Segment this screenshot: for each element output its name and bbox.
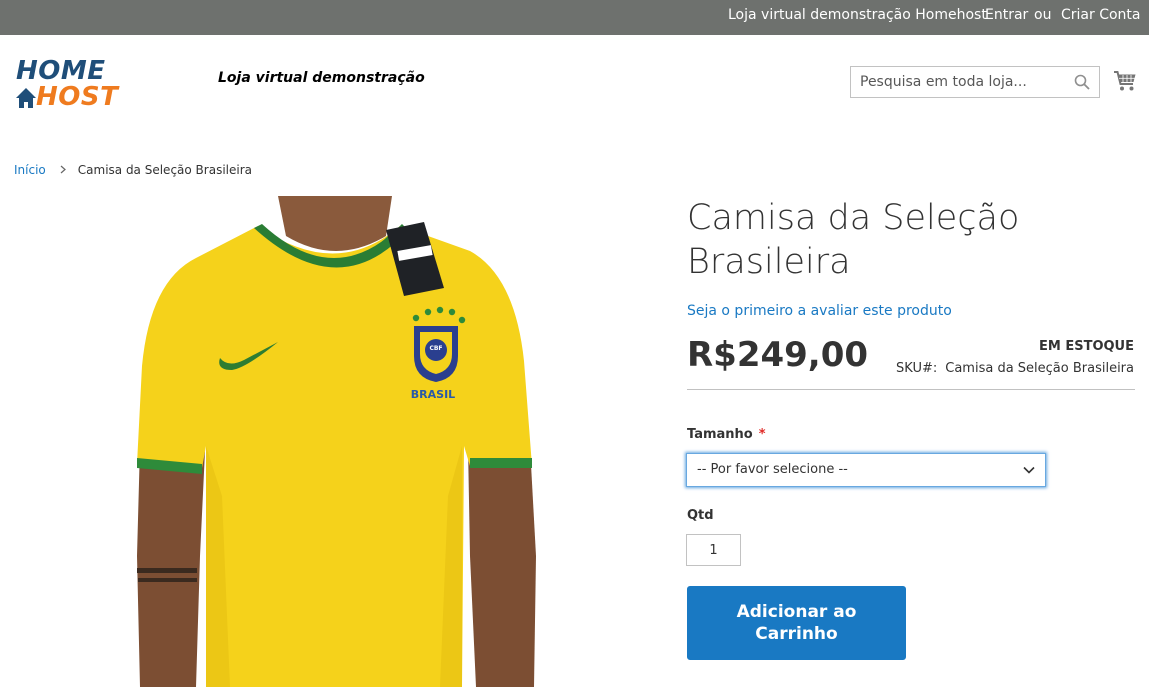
size-select[interactable]: -- Por favor selecione -- [686, 453, 1046, 487]
sku-value: Camisa da Seleção Brasileira [945, 361, 1134, 376]
chevron-down-icon [1023, 466, 1035, 474]
welcome-message: Loja virtual demonstração Homehost [728, 7, 987, 23]
divider [687, 389, 1135, 390]
stock-status: EM ESTOQUE [1039, 339, 1134, 354]
product-sku: SKU#: Camisa da Seleção Brasileira [896, 361, 1134, 376]
search-icon[interactable] [1074, 74, 1090, 90]
breadcrumb: Início Camisa da Seleção Brasileira [14, 163, 252, 177]
store-logo[interactable]: HOME HOST [14, 56, 180, 116]
search-box [850, 66, 1100, 98]
cart-icon[interactable] [1113, 70, 1137, 92]
quantity-input[interactable] [686, 534, 741, 566]
breadcrumb-home-link[interactable]: Início [14, 163, 46, 177]
quantity-label: Qtd [687, 508, 714, 523]
search-input[interactable] [851, 67, 1069, 97]
required-marker: * [758, 427, 766, 442]
sign-in-link[interactable]: Entrar [985, 7, 1028, 23]
logo-text-host: HOST [36, 82, 119, 112]
brasil-text: BRASIL [411, 388, 455, 401]
breadcrumb-current: Camisa da Seleção Brasileira [77, 163, 252, 177]
add-to-cart-button[interactable]: Adicionar ao Carrinho [687, 586, 906, 660]
top-bar: Loja virtual demonstração Homehost Entra… [0, 0, 1149, 35]
product-title: Camisa da Seleção Brasileira [687, 198, 1020, 282]
size-label: Tamanho * [687, 427, 766, 442]
product-price: R$249,00 [687, 335, 869, 375]
or-separator: ou [1034, 7, 1052, 23]
create-account-link[interactable]: Criar Conta [1061, 7, 1141, 23]
product-image[interactable]: CBF BRASIL [0, 196, 660, 687]
chevron-right-icon [60, 165, 66, 174]
write-review-link[interactable]: Seja o primeiro a avaliar este produto [687, 303, 952, 319]
store-tagline: Loja virtual demonstração [218, 70, 425, 86]
size-label-text: Tamanho [687, 427, 753, 442]
size-select-value: -- Por favor selecione -- [697, 462, 848, 477]
crest-text: CBF [429, 345, 442, 352]
product-photo: CBF BRASIL [137, 196, 536, 687]
sku-label: SKU#: [896, 361, 938, 376]
